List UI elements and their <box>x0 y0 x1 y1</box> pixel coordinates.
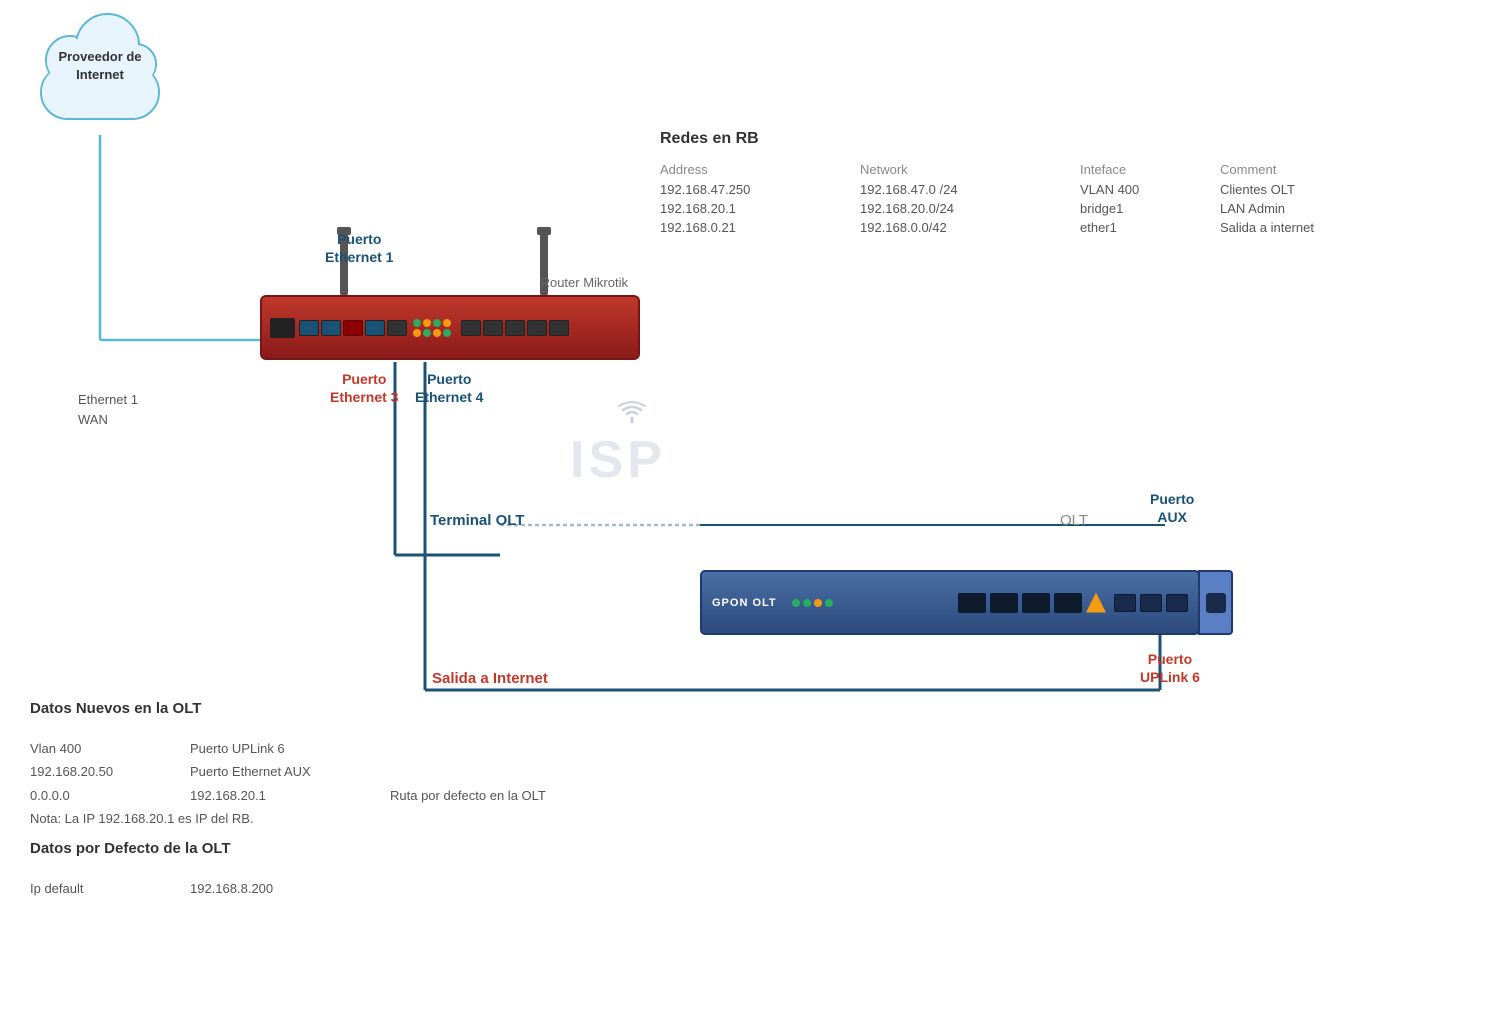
row1-comment: Clientes OLT <box>1220 181 1420 198</box>
datos-defecto-rows: Ip default 192.168.8.200 <box>30 877 390 900</box>
router-label: Router Mikrotik <box>541 275 628 290</box>
puerto-eth1-label: Puerto Ethernet 1 <box>325 230 393 266</box>
datos-nuevos-section: Datos Nuevos en la OLT Vlan 400 Puerto U… <box>30 700 546 826</box>
dn-r1c2: Puerto UPLink 6 <box>190 737 390 760</box>
dn-r2c3 <box>390 760 546 783</box>
row2-comment: LAN Admin <box>1220 200 1420 217</box>
puerto-eth3-label: Puerto Ethernet 3 <box>330 370 398 406</box>
datos-defecto-title: Datos por Defecto de la OLT <box>30 840 390 857</box>
puerto-eth4-label: Puerto Ethernet 4 <box>415 370 483 406</box>
salida-internet-label: Salida a Internet <box>432 670 548 687</box>
router-port-eth1 <box>299 320 319 336</box>
router-port-eth4 <box>365 320 385 336</box>
table-grid: Address Network Inteface Comment 192.168… <box>660 160 1310 236</box>
datos-nuevos-title: Datos Nuevos en la OLT <box>30 700 546 717</box>
router-body: Router Mikrotik <box>260 295 640 360</box>
cloud-label: Proveedor de Internet <box>30 48 170 84</box>
dn-r3c1: 0.0.0.0 <box>30 784 190 807</box>
dn-r2c2: Puerto Ethernet AUX <box>190 760 390 783</box>
olt-aux-port <box>1198 570 1233 635</box>
row2-network: 192.168.20.0/24 <box>860 200 1080 217</box>
dn-r1c3 <box>390 737 546 760</box>
olt-device: GPON OLT <box>700 570 1200 635</box>
row3-address: 192.168.0.21 <box>660 219 860 236</box>
diagram-container: Proveedor de Internet Ethernet 1 WAN <box>0 0 1500 1031</box>
olt-warning-icon <box>1086 593 1106 613</box>
datos-nuevos-note: Nota: La IP 192.168.20.1 es IP del RB. <box>30 811 546 826</box>
router-device: Router Mikrotik <box>260 295 640 365</box>
terminal-olt-label: Terminal OLT <box>430 512 524 529</box>
puerto-uplink6-label: Puerto UPLink 6 <box>1140 650 1200 686</box>
olt-ports-area <box>958 593 1188 613</box>
dn-r1c1: Vlan 400 <box>30 737 190 760</box>
row2-address: 192.168.20.1 <box>660 200 860 217</box>
row3-network: 192.168.0.0/42 <box>860 219 1080 236</box>
dn-r3c3: Ruta por defecto en la OLT <box>390 784 546 807</box>
router-port-eth2 <box>321 320 341 336</box>
row1-interface: VLAN 400 <box>1080 181 1220 198</box>
col-header-comment: Comment <box>1220 160 1420 179</box>
datos-nuevos-rows: Vlan 400 Puerto UPLink 6 192.168.20.50 P… <box>30 737 546 807</box>
dd-r1c1: Ip default <box>30 877 190 900</box>
row1-address: 192.168.47.250 <box>660 181 860 198</box>
col-header-interface: Inteface <box>1080 160 1220 179</box>
isp-watermark: ISP <box>570 430 666 490</box>
row1-network: 192.168.47.0 /24 <box>860 181 1080 198</box>
olt-body: GPON OLT <box>700 570 1200 635</box>
row3-interface: ether1 <box>1080 219 1220 236</box>
olt-label: OLT <box>1060 512 1088 529</box>
row2-interface: bridge1 <box>1080 200 1220 217</box>
datos-defecto-section: Datos por Defecto de la OLT Ip default 1… <box>30 840 390 900</box>
table-title: Redes en RB <box>660 130 1310 148</box>
redes-rb-table: Redes en RB Address Network Inteface Com… <box>660 130 1310 236</box>
row3-comment: Salida a internet <box>1220 219 1420 236</box>
cloud-label-line2: Internet <box>76 67 124 82</box>
col-header-address: Address <box>660 160 860 179</box>
dd-r1c2: 192.168.8.200 <box>190 877 390 900</box>
cloud-shape: Proveedor de Internet <box>30 30 190 150</box>
olt-body-label: GPON OLT <box>712 597 777 609</box>
router-port-eth3 <box>343 320 363 336</box>
cloud-label-line1: Proveedor de <box>58 49 141 64</box>
eth1-wan-label: Ethernet 1 WAN <box>78 390 138 429</box>
dn-r2c1: 192.168.20.50 <box>30 760 190 783</box>
dn-r3c2: 192.168.20.1 <box>190 784 390 807</box>
puerto-aux-label: Puerto AUX <box>1150 490 1194 526</box>
router-port-eth5 <box>387 320 407 336</box>
col-header-network: Network <box>860 160 1080 179</box>
wifi-icon <box>617 400 647 431</box>
